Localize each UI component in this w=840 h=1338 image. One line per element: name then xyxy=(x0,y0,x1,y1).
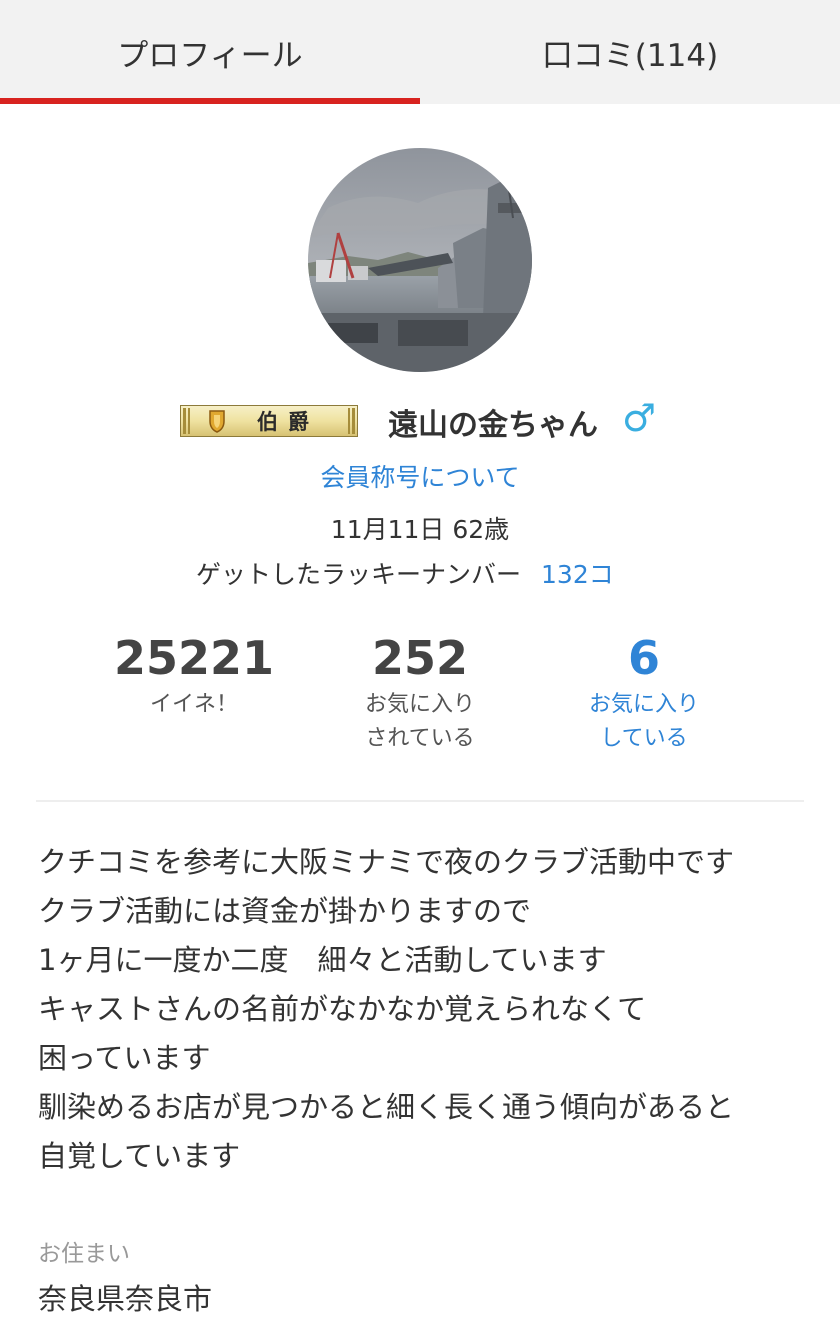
tab-reviews-label: 口コミ(114) xyxy=(541,37,719,74)
member-title-link[interactable]: 会員称号について xyxy=(0,458,840,494)
intro-line: 困っています xyxy=(38,1041,211,1075)
tab-bar: プロフィール 口コミ(114) xyxy=(0,0,840,104)
stat-favoriting-label-1: お気に入り xyxy=(588,692,699,717)
lucky-number-row: ゲットしたラッキーナンバー 132コ xyxy=(196,555,614,591)
active-tab-indicator xyxy=(0,98,420,104)
stat-likes: 25221 イイネ！ xyxy=(84,628,304,722)
residence-label: お住まい xyxy=(38,1241,130,1267)
stat-favoriting-label-2: している xyxy=(600,726,688,751)
stat-favoriting-value: 6 xyxy=(627,631,660,685)
intro-line: クチコミを参考に大阪ミナミで夜のクラブ活動中です xyxy=(38,845,735,879)
intro-line: 馴染めるお店が見つかると細く長く通う傾向があると xyxy=(38,1090,735,1124)
stat-favoriting-link[interactable]: 6 お気に入り している xyxy=(534,628,754,756)
rank-badge: 伯爵 xyxy=(180,405,358,437)
stat-likes-label: イイネ！ xyxy=(149,692,238,717)
avatar-photo xyxy=(308,148,532,372)
stat-favorited-value: 252 xyxy=(371,631,469,685)
self-introduction: クチコミを参考に大阪ミナミで夜のクラブ活動中です クラブ活動には資金が掛かります… xyxy=(38,838,828,1181)
male-icon: ♂ xyxy=(622,396,657,440)
intro-line: 1ヶ月に一度か二度 細々と活動しています xyxy=(38,943,607,977)
tab-reviews[interactable]: 口コミ(114) xyxy=(420,0,840,104)
birthday-age: 11月11日 62歳 xyxy=(330,515,510,544)
tab-profile-label: プロフィール xyxy=(117,37,303,74)
divider xyxy=(36,800,804,802)
avatar[interactable] xyxy=(308,148,532,372)
rank-badge-label: 伯爵 xyxy=(257,410,319,434)
intro-line: キャストさんの名前がなかなか覚えられなくて xyxy=(38,992,647,1026)
stat-favorited: 252 お気に入り されている xyxy=(310,628,530,756)
username: 遠山の金ちゃん xyxy=(388,408,598,443)
tab-profile[interactable]: プロフィール xyxy=(0,0,420,104)
name-row: 伯爵 遠山の金ちゃん ♂ xyxy=(0,394,840,450)
stat-favorited-label-2: されている xyxy=(365,726,475,751)
intro-line: 自覚しています xyxy=(38,1139,241,1173)
intro-line: クラブ活動には資金が掛かりますので xyxy=(38,894,532,928)
residence-value: 奈良県奈良市 xyxy=(38,1282,213,1316)
lucky-number-label: ゲットしたラッキーナンバー xyxy=(196,560,522,589)
stat-likes-value: 25221 xyxy=(113,631,275,685)
lucky-number-value[interactable]: 132コ xyxy=(541,560,614,589)
stat-favorited-label-1: お気に入り xyxy=(364,692,475,717)
